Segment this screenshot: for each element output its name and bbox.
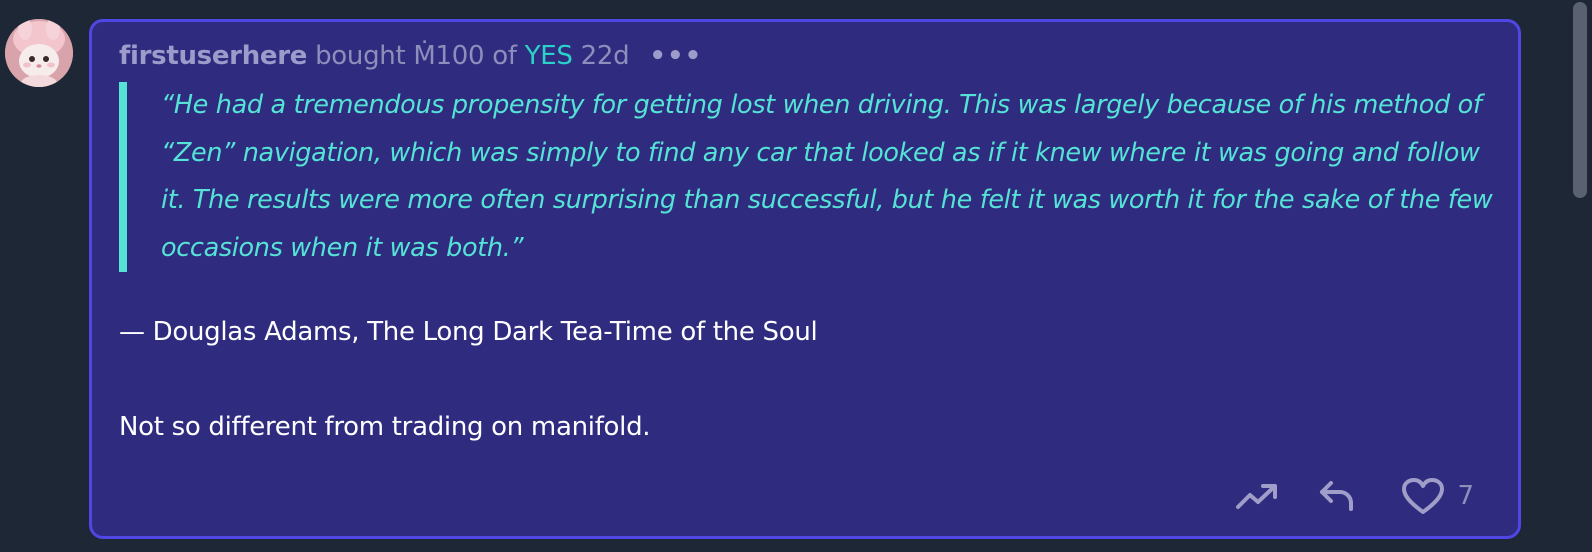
- like-button[interactable]: 7: [1401, 477, 1474, 515]
- bet-outcome: YES: [524, 41, 573, 71]
- avatar[interactable]: [5, 19, 73, 87]
- reply-icon: [1320, 481, 1354, 511]
- trade-button[interactable]: [1235, 481, 1279, 511]
- ellipsis-icon[interactable]: •••: [649, 41, 702, 71]
- blockquote: “He had a tremendous propensity for gett…: [119, 82, 1497, 272]
- comment-timestamp[interactable]: 22d: [581, 41, 630, 71]
- quote-attribution: — Douglas Adams, The Long Dark Tea-Time …: [119, 317, 818, 347]
- like-count: 7: [1457, 481, 1474, 511]
- comment-card: firstuserhere bought Ṁ100 of YES 22d •••…: [89, 19, 1521, 539]
- comment-header: firstuserhere bought Ṁ100 of YES 22d •••: [119, 36, 702, 76]
- avatar-image: [5, 19, 73, 87]
- of-label: of: [492, 41, 517, 71]
- page: firstuserhere bought Ṁ100 of YES 22d •••…: [0, 0, 1592, 552]
- scrollbar-thumb[interactable]: [1573, 2, 1587, 198]
- bought-label: bought: [315, 41, 406, 71]
- scrollbar[interactable]: [1568, 0, 1592, 552]
- reply-button[interactable]: [1319, 480, 1355, 512]
- heart-icon: [1402, 478, 1445, 514]
- author-name[interactable]: firstuserhere: [119, 41, 307, 71]
- comment-actions: 7: [1235, 474, 1474, 518]
- trending-up-icon: [1236, 484, 1278, 509]
- bet-amount: Ṁ100: [413, 41, 485, 71]
- comment-text: Not so different from trading on manifol…: [119, 412, 651, 442]
- quote-text: “He had a tremendous propensity for gett…: [161, 90, 1493, 263]
